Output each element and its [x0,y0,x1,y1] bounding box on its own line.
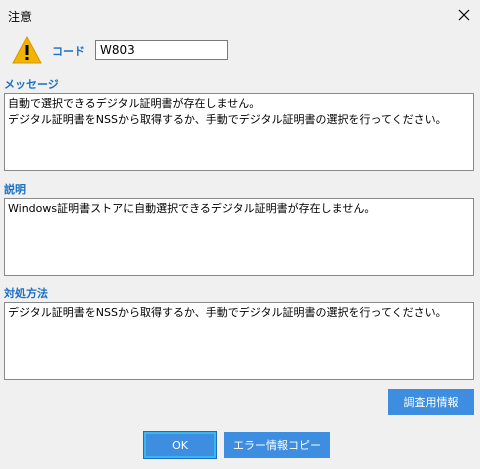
warning-icon [12,36,42,64]
close-icon [458,9,470,21]
message-label: メッセージ [4,78,59,91]
description-label: 説明 [4,183,26,196]
description-textarea[interactable]: Windows証明書ストアに自動選択できるデジタル証明書が存在しません。 [4,198,474,276]
remedy-label: 対処方法 [4,287,48,300]
window-title: 注意 [8,10,33,24]
ok-button[interactable]: OK [143,431,217,459]
code-label: コード [52,45,85,58]
close-button[interactable] [450,2,478,28]
alert-dialog: 注意 コード メッセージ 自動で選択できるデジタル証明書が存在しません。 デジタ… [0,0,480,469]
remedy-textarea[interactable]: デジタル証明書をNSSから取得するか、手動でデジタル証明書の選択を行ってください… [4,302,474,380]
copy-error-button[interactable]: エラー情報コピー [224,432,330,458]
debug-info-button[interactable]: 調査用情報 [388,389,474,415]
message-textarea[interactable]: 自動で選択できるデジタル証明書が存在しません。 デジタル証明書をNSSから取得す… [4,93,474,171]
title-bar: 注意 [0,0,480,30]
code-field[interactable] [95,40,228,60]
